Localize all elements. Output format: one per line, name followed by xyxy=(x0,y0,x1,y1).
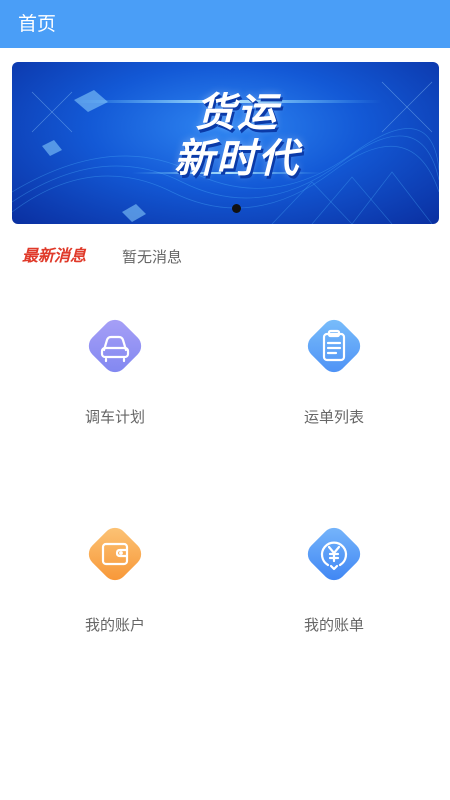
latest-news-tag: 最新消息 xyxy=(22,246,87,265)
car-icon xyxy=(88,319,142,373)
menu-dispatch-plan[interactable]: 调车计划 xyxy=(35,306,195,436)
clipboard-icon xyxy=(307,319,361,373)
yen-bill-icon xyxy=(307,527,361,581)
menu-label: 运单列表 xyxy=(303,408,364,426)
menu-waybill-list[interactable]: 运单列表 xyxy=(254,306,414,436)
news-message: 暂无消息 xyxy=(122,248,183,266)
menu-label: 调车计划 xyxy=(84,408,145,426)
menu-label: 我的账户 xyxy=(84,616,145,634)
app-bar: 首页 xyxy=(0,0,450,48)
menu-my-bills[interactable]: 我的账单 xyxy=(254,514,414,644)
wallet-icon xyxy=(88,527,142,581)
news-bar: 最新消息 暂无消息 xyxy=(22,244,432,270)
banner-headline: 货运 新时代 xyxy=(174,90,300,182)
page-title: 首页 xyxy=(18,13,57,35)
carousel-indicator-dot[interactable] xyxy=(232,204,241,213)
menu-my-account[interactable]: 我的账户 xyxy=(35,514,195,644)
menu-label: 我的账单 xyxy=(303,616,364,634)
banner-carousel[interactable]: 货运 新时代 xyxy=(12,62,439,224)
